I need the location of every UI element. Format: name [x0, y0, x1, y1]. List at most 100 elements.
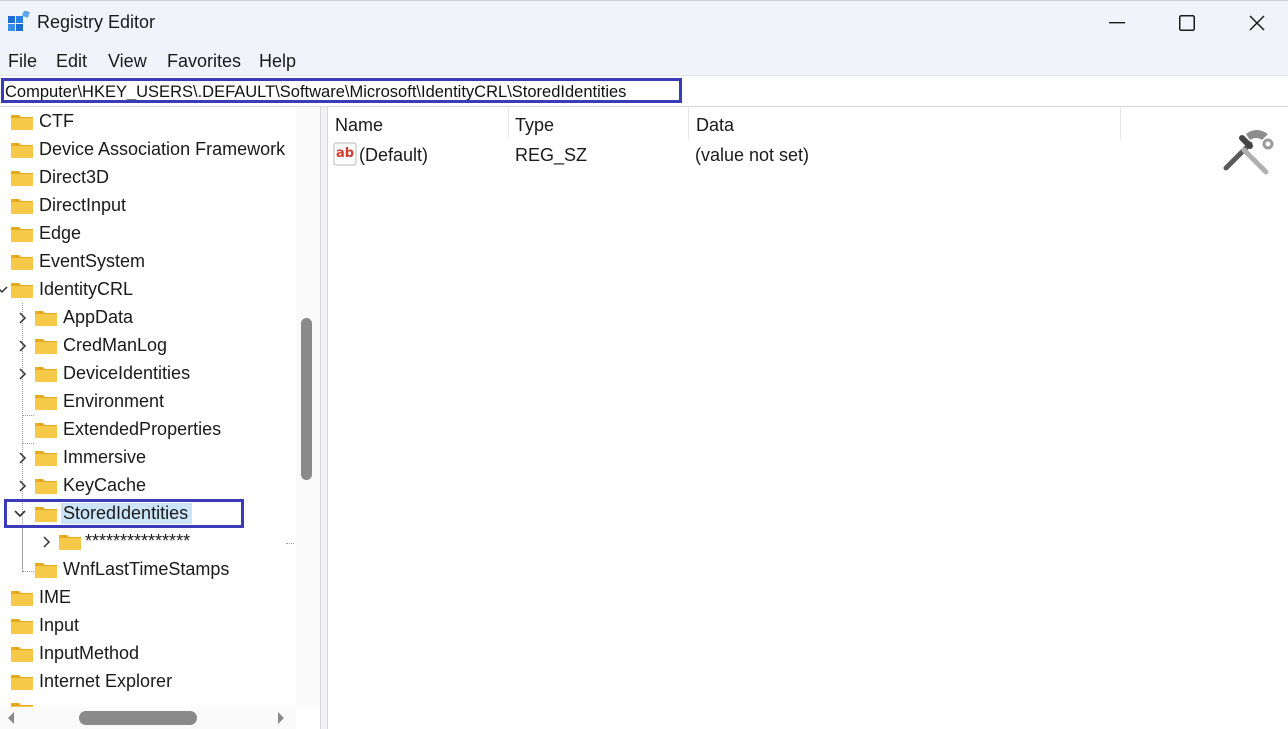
folder-icon [11, 255, 33, 270]
values-list-pane: Name Type Data ab (Default) REG_SZ (valu… [328, 107, 1288, 729]
tree-item-label: *************** [85, 531, 191, 551]
tree-vertical-scroll-thumb[interactable] [301, 318, 312, 480]
tree-item-label: IME [39, 587, 72, 607]
scroll-right-icon[interactable] [276, 711, 286, 725]
column-divider[interactable] [508, 107, 509, 139]
column-divider[interactable] [1120, 107, 1121, 139]
tree-item-keycache[interactable]: KeyCache [0, 472, 294, 500]
tree-item-environment[interactable]: Environment [0, 388, 294, 416]
tree-item-label: EventSystem [39, 251, 146, 271]
folder-icon [11, 199, 33, 214]
menu-bar: File Edit View Favorites Help [0, 45, 1288, 75]
folder-icon [11, 591, 33, 606]
tree-item-ime[interactable]: IME [0, 584, 294, 612]
tree-item-label: DirectInput [39, 195, 127, 215]
pane-splitter[interactable] [320, 107, 328, 729]
tree-item-input[interactable]: Input [0, 612, 294, 640]
repair-tools-logo-icon [1223, 130, 1274, 175]
tree-item-wnflasttimestamps[interactable]: WnfLastTimeStamps [0, 556, 294, 584]
folder-icon [11, 171, 33, 186]
value-data: (value not set) [695, 145, 810, 165]
tree-item-extendedproperties[interactable]: ExtendedProperties [0, 416, 294, 444]
menu-view[interactable]: View [108, 51, 147, 72]
tree-item-label: Input [39, 615, 80, 635]
title-bar: Registry Editor [0, 0, 1288, 45]
folder-icon [35, 563, 57, 578]
tree-item-credmanlog[interactable]: CredManLog [0, 332, 294, 360]
minimize-icon [1109, 22, 1125, 24]
tree-item-label: InputMethod [39, 643, 140, 663]
chevron-right-icon[interactable] [16, 451, 28, 465]
tree-item-label: Internet Explorer [39, 671, 173, 691]
tree-item-label: Edge [39, 223, 82, 243]
tree-item-label: WnfLastTimeStamps [63, 559, 230, 579]
column-divider[interactable] [688, 107, 689, 139]
tree-item-label: CredManLog [63, 335, 168, 355]
key-tree-pane: CTF Device Association Framework Direct3… [0, 107, 320, 729]
chevron-right-icon[interactable] [16, 479, 28, 493]
tree-item-edge[interactable]: Edge [0, 220, 294, 248]
menu-edit[interactable]: Edit [56, 51, 87, 72]
tree-item-label: CTF [39, 111, 74, 131]
column-header-name[interactable]: Name [335, 115, 383, 136]
tree-item-appdata[interactable]: AppData [0, 304, 294, 332]
chevron-right-icon[interactable] [16, 339, 28, 353]
minimize-button[interactable] [1082, 1, 1152, 45]
chevron-down-icon[interactable] [0, 283, 8, 297]
column-header-type[interactable]: Type [515, 115, 554, 136]
scroll-left-icon[interactable] [6, 711, 16, 725]
folder-icon [35, 479, 57, 494]
close-icon [1249, 15, 1265, 31]
tree-item-label: Device Association Framework [39, 139, 286, 159]
column-header-data[interactable]: Data [696, 115, 734, 136]
chevron-right-icon[interactable] [40, 535, 52, 549]
folder-icon [35, 451, 57, 466]
tree-item-label: Immersive [63, 447, 147, 467]
close-button[interactable] [1222, 1, 1288, 45]
folder-icon [11, 227, 33, 242]
folder-icon [35, 339, 57, 354]
menu-file[interactable]: File [8, 51, 37, 72]
folder-icon [11, 619, 33, 634]
tree-item-label: Environment [63, 391, 165, 411]
folder-icon [11, 675, 33, 690]
value-type: REG_SZ [515, 145, 588, 165]
tree-item-label: Direct3D [39, 167, 110, 187]
menu-favorites[interactable]: Favorites [167, 51, 241, 72]
folder-open-icon [11, 283, 33, 298]
folder-icon [35, 423, 57, 438]
folder-icon [59, 535, 81, 550]
tree-horizontal-scroll-thumb[interactable] [79, 711, 197, 725]
folder-icon [11, 647, 33, 662]
tree-item-eventsystem[interactable]: EventSystem [0, 248, 294, 276]
tree-item-label: DeviceIdentities [63, 363, 191, 383]
tree-item-inputmethod[interactable]: InputMethod [0, 640, 294, 668]
tree-item-label: ExtendedProperties [63, 419, 222, 439]
maximize-icon [1179, 15, 1195, 31]
tree-item-identitycrl[interactable]: IdentityCRL [0, 276, 294, 304]
tree-item-redacted-identity[interactable]: *************** [0, 528, 294, 556]
chevron-right-icon[interactable] [16, 367, 28, 381]
tree-item-label: AppData [63, 307, 134, 327]
tree-item-direct3d[interactable]: Direct3D [0, 164, 294, 192]
value-name: (Default) [359, 145, 429, 165]
folder-icon [35, 367, 57, 382]
tree-item-immersive[interactable]: Immersive [0, 444, 294, 472]
folder-icon [35, 395, 57, 410]
tree-item-label: IdentityCRL [39, 279, 134, 299]
tree-item-device-association-framework[interactable]: Device Association Framework [0, 136, 294, 164]
tree-item-directinput[interactable]: DirectInput [0, 192, 294, 220]
tree-item-deviceidentities[interactable]: DeviceIdentities [0, 360, 294, 388]
tree-item-ctf[interactable]: CTF [0, 108, 294, 136]
window-title: Registry Editor [37, 12, 156, 32]
menu-help[interactable]: Help [259, 51, 296, 72]
folder-icon [35, 311, 57, 326]
svg-text:ab: ab [336, 146, 354, 161]
tree-item-internet-explorer[interactable]: Internet Explorer [0, 668, 294, 696]
maximize-button[interactable] [1152, 1, 1222, 45]
registry-editor-app-icon [8, 11, 30, 31]
tree-item-label: KeyCache [63, 475, 147, 495]
chevron-right-icon[interactable] [16, 311, 28, 325]
folder-icon [11, 115, 33, 130]
selected-key-highlight-box [4, 499, 244, 528]
